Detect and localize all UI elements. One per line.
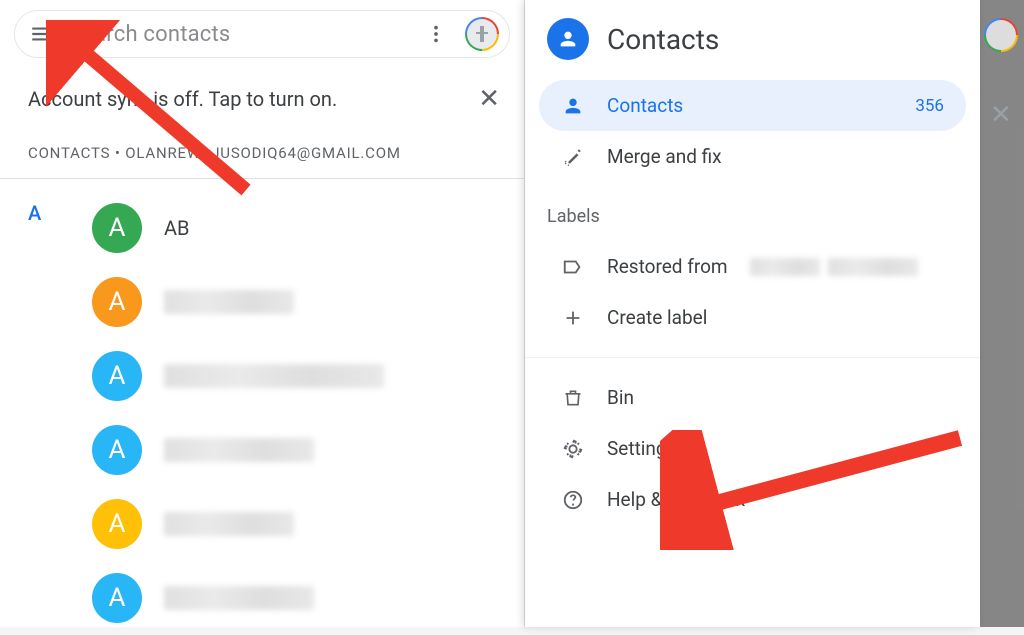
contact-row[interactable]: A bbox=[0, 413, 524, 487]
account-avatar bbox=[984, 18, 1018, 52]
nav-item-label: Contacts bbox=[607, 94, 683, 117]
sync-banner-text: Account sync is off. Tap to turn on. bbox=[28, 87, 337, 111]
nav-item-label: Merge and fix bbox=[607, 145, 722, 168]
label-icon bbox=[561, 256, 585, 278]
contacts-count: 356 bbox=[915, 96, 944, 116]
contact-name-redacted bbox=[164, 586, 314, 610]
help-icon bbox=[561, 489, 585, 511]
wand-icon bbox=[561, 146, 585, 168]
nav-item-label: Restored from bbox=[607, 255, 728, 278]
contact-avatar: A bbox=[92, 203, 142, 253]
contact-name-redacted bbox=[164, 290, 294, 314]
nav-item-bin[interactable]: Bin bbox=[539, 372, 966, 423]
contact-row[interactable]: A bbox=[0, 339, 524, 413]
nav-item-contacts[interactable]: Contacts 356 bbox=[539, 80, 966, 131]
drawer-title: Contacts bbox=[607, 23, 719, 56]
nav-item-label: Help & feedback bbox=[607, 488, 745, 511]
contacts-logo-icon bbox=[547, 18, 589, 60]
sync-banner[interactable]: Account sync is off. Tap to turn on. ✕ bbox=[0, 66, 524, 120]
more-options-icon[interactable] bbox=[421, 23, 451, 45]
searchbar-container: Search contacts bbox=[0, 0, 524, 66]
nav-item-label: Create label bbox=[607, 306, 707, 329]
nav-item-label-restored[interactable]: Restored from bbox=[539, 241, 966, 292]
drawer-header: Contacts bbox=[525, 0, 980, 74]
contact-avatar: A bbox=[92, 277, 142, 327]
close-icon[interactable]: ✕ bbox=[472, 84, 506, 114]
labels-section-header: Labels bbox=[525, 188, 980, 235]
label-name-redacted bbox=[750, 258, 918, 276]
contact-row[interactable]: A AB bbox=[0, 191, 524, 265]
contact-name-redacted bbox=[164, 438, 314, 462]
nav-item-merge-fix[interactable]: Merge and fix bbox=[539, 131, 966, 182]
nav-item-help-feedback[interactable]: Help & feedback bbox=[539, 474, 966, 525]
person-icon bbox=[561, 95, 585, 117]
contacts-main-panel: Search contacts Account sync is off. Tap… bbox=[0, 0, 525, 627]
contact-name: AB bbox=[164, 216, 190, 240]
plus-icon bbox=[561, 307, 585, 329]
search-input[interactable]: Search contacts bbox=[69, 22, 407, 47]
contacts-list: A A AB A A A A A bbox=[0, 179, 524, 635]
section-letter: A bbox=[28, 201, 41, 225]
account-info-line: CONTACTS • OLANREWAJUSODIQ64@GMAIL.COM bbox=[0, 120, 524, 179]
navigation-drawer: Contacts Contacts 356 Merge and fix Labe… bbox=[525, 0, 980, 627]
contact-row[interactable]: A bbox=[0, 265, 524, 339]
contact-row[interactable]: A bbox=[0, 561, 524, 635]
divider bbox=[525, 357, 980, 358]
contact-avatar: A bbox=[92, 573, 142, 623]
contact-row[interactable]: A bbox=[0, 487, 524, 561]
searchbar: Search contacts bbox=[14, 10, 510, 58]
contact-avatar: A bbox=[92, 425, 142, 475]
contact-avatar: A bbox=[92, 499, 142, 549]
nav-item-settings[interactable]: Settings bbox=[539, 423, 966, 474]
trash-icon bbox=[561, 388, 585, 408]
account-avatar[interactable] bbox=[465, 17, 499, 51]
contact-avatar: A bbox=[92, 351, 142, 401]
gear-icon bbox=[561, 438, 585, 460]
nav-item-create-label[interactable]: Create label bbox=[539, 292, 966, 343]
hamburger-menu-icon[interactable] bbox=[29, 21, 55, 47]
scrim-background[interactable]: ✕ bbox=[980, 0, 1024, 627]
close-icon: ✕ bbox=[990, 100, 1012, 130]
contact-name-redacted bbox=[164, 512, 294, 536]
nav-item-label: Bin bbox=[607, 386, 634, 409]
nav-item-label: Settings bbox=[607, 437, 676, 460]
contact-name-redacted bbox=[164, 364, 384, 388]
